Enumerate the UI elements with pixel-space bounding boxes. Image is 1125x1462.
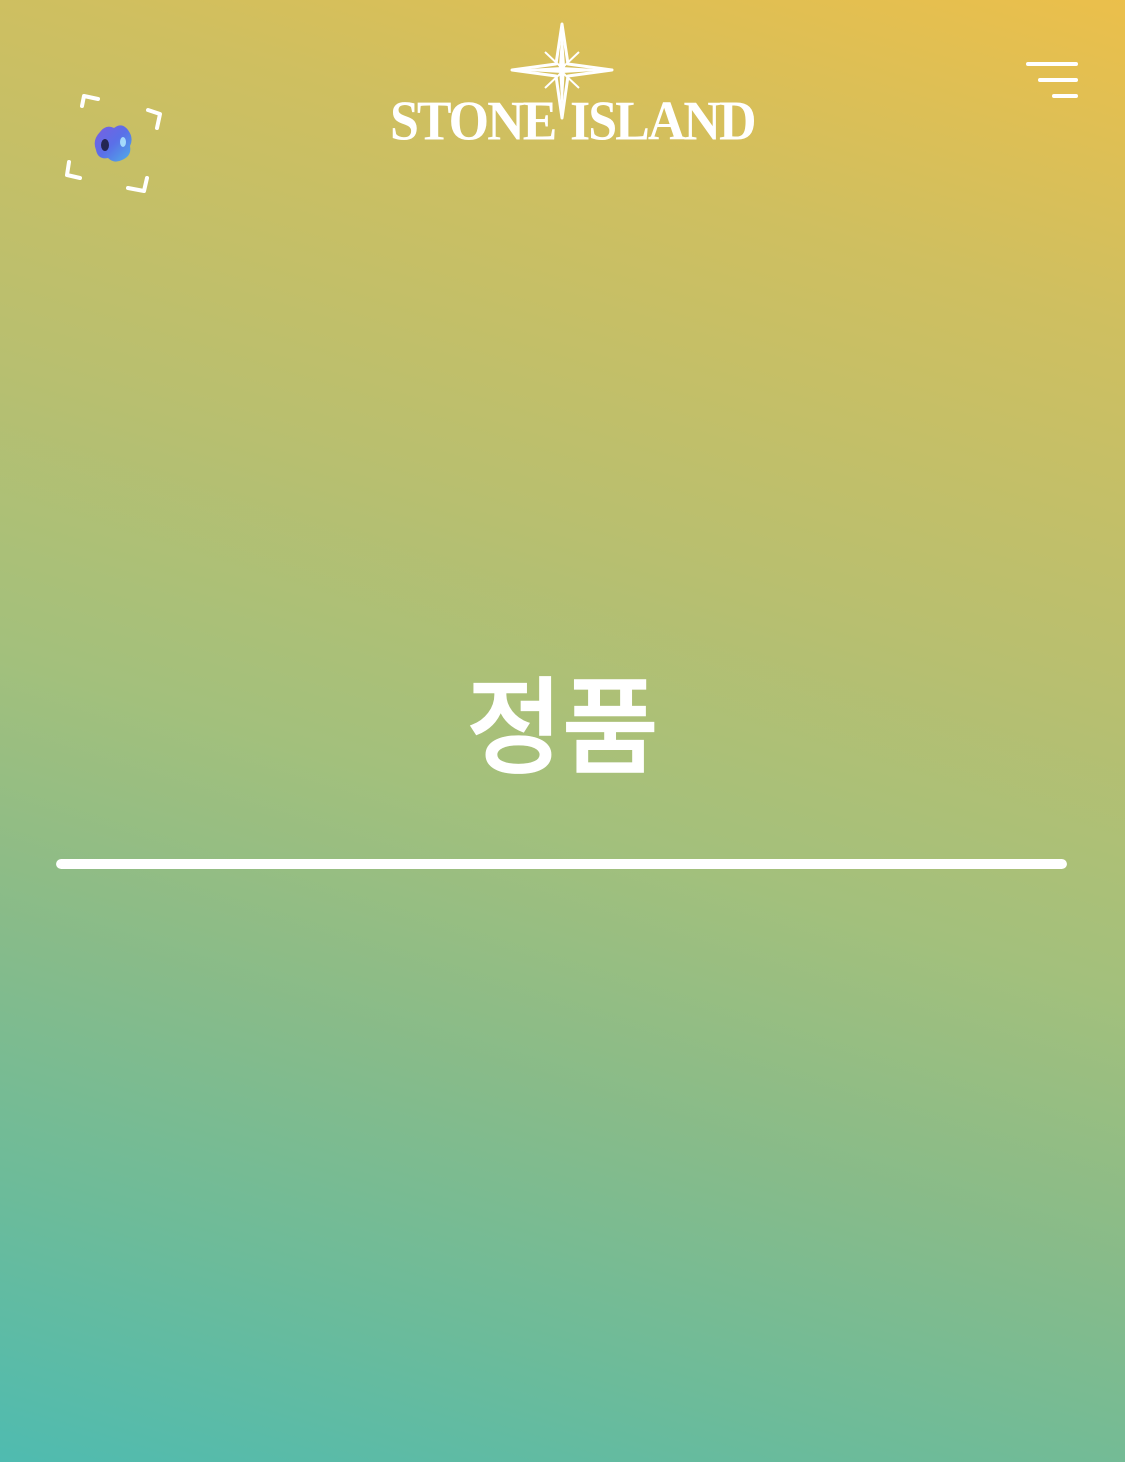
menu-button[interactable] (1018, 56, 1086, 104)
brand-name-right: ISLAND (570, 90, 756, 153)
menu-line (1038, 78, 1078, 82)
brand-name-left: STONE (390, 90, 557, 153)
progress-fill (56, 859, 1067, 869)
menu-line (1052, 94, 1078, 98)
menu-line (1026, 62, 1078, 66)
ar-scan-icon (65, 94, 162, 193)
page-title: 정품 (466, 667, 659, 789)
brand-logo: STONE ISLAND (380, 22, 756, 153)
progress-bar (56, 859, 1067, 869)
scan-button[interactable] (60, 92, 166, 196)
